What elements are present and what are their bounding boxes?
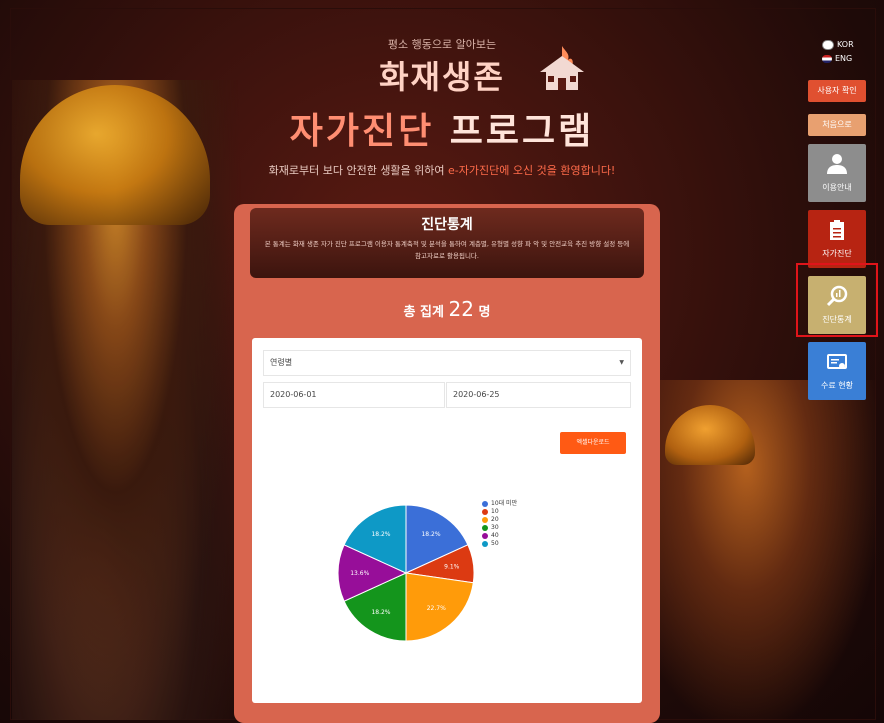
clipboard-icon (830, 220, 844, 240)
guide-label: 이용안내 (822, 183, 852, 192)
header-title-line2: 자가진단 프로그램 (0, 102, 884, 154)
panel-title: 진단통계 (421, 217, 473, 233)
excel-download-button[interactable]: 엑셀다운로드 (560, 432, 626, 454)
legend-label: 10 (491, 508, 499, 515)
pie-slice-label-0: 18.2% (421, 531, 440, 538)
title-line2-part-b: 프로그램 (449, 111, 595, 152)
legend-item-4[interactable]: 40 (482, 532, 517, 540)
self-diagnosis-button[interactable]: 자가진단 (808, 210, 866, 268)
home-button[interactable]: 처음으로 (808, 114, 866, 136)
usa-flag-icon (822, 54, 832, 63)
total-unit: 명 (478, 305, 491, 320)
legend-label: 40 (491, 532, 499, 539)
legend-item-2[interactable]: 20 (482, 516, 517, 524)
language-switcher: KOR ENG (822, 38, 854, 66)
active-nav-highlight (796, 263, 878, 337)
legend-item-5[interactable]: 50 (482, 540, 517, 548)
legend-item-3[interactable]: 30 (482, 524, 517, 532)
legend-label: 30 (491, 524, 499, 531)
pie-slice-label-1: 9.1% (444, 563, 460, 570)
self-diagnosis-label: 자가진단 (822, 249, 852, 258)
legend-label: 10대 미만 (491, 500, 518, 507)
welcome-message: 화재로부터 보다 안전한 생활을 위하여 e-자가진단에 오신 것을 환영합니다… (0, 162, 884, 178)
title-line1-text: 화재생존 (379, 58, 505, 96)
lang-eng-label: ENG (835, 54, 853, 63)
title-line2-part-a: 자가진단 (289, 111, 435, 152)
total-number: 22 (448, 297, 474, 321)
legend-color-swatch (482, 540, 488, 547)
legend-label: 20 (491, 516, 499, 523)
korea-flag-icon (822, 39, 834, 50)
pie-slice-label-4: 13.6% (350, 570, 369, 577)
chart-legend: 10대 미만 10 20 30 40 50 (482, 500, 517, 548)
lang-eng-link[interactable]: ENG (822, 52, 854, 66)
age-pie-chart: 18.2% 9.1% 22.7% 18.2% 13.6% 18.2% (337, 504, 475, 642)
lang-kor-link[interactable]: KOR (822, 38, 854, 52)
legend-item-1[interactable]: 10 (482, 508, 517, 516)
category-select[interactable]: 연령별 ▼ (263, 350, 631, 376)
burning-house-icon (540, 46, 584, 90)
total-prefix: 총 집계 (403, 305, 444, 320)
legend-color-swatch (482, 500, 488, 507)
header-title-line1: 화재생존 (0, 52, 884, 98)
legend-color-swatch (482, 516, 488, 523)
pie-slice-label-2: 22.7% (427, 605, 446, 612)
dropdown-caret-icon: ▼ (619, 359, 624, 366)
header-subtitle: 평소 행동으로 알아보는 (387, 38, 497, 51)
legend-color-swatch (482, 532, 488, 539)
pie-slice-label-3: 18.2% (371, 609, 390, 616)
category-select-value: 연령별 (270, 358, 293, 367)
legend-color-swatch (482, 508, 488, 515)
end-date-input[interactable]: 2020-06-25 (446, 382, 631, 408)
welcome-highlight: e-자가진단에 오신 것을 환영합니다! (448, 164, 616, 177)
welcome-text: 화재로부터 보다 안전한 생활을 위하여 (268, 164, 449, 177)
completion-label: 수료 현황 (821, 381, 853, 390)
total-count: 총 집계 22 명 (234, 297, 660, 321)
legend-color-swatch (482, 524, 488, 531)
certificate-icon (827, 354, 847, 369)
pie-slice-label-5: 18.2% (371, 531, 390, 538)
start-date-input[interactable]: 2020-06-01 (263, 382, 445, 408)
panel-description: 본 통계는 화재 생존 자가 진단 프로그램 이용자 통계축적 및 분석을 통하… (264, 240, 630, 260)
guide-button[interactable]: 이용안내 (808, 144, 866, 202)
legend-item-0[interactable]: 10대 미만 (482, 500, 517, 508)
users-icon (827, 154, 847, 174)
completion-button[interactable]: 수료 현황 (808, 342, 866, 400)
legend-label: 50 (491, 540, 499, 547)
lang-kor-label: KOR (837, 40, 854, 49)
user-check-button[interactable]: 사용자 확인 (808, 80, 866, 102)
